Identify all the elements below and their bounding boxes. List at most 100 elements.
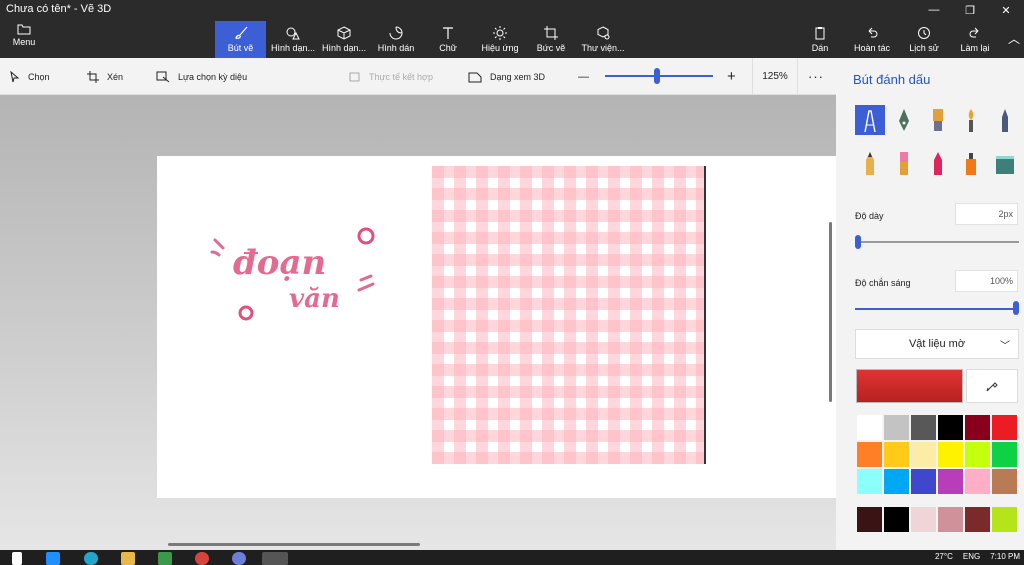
tool-canvas[interactable]: Bức vẽ [532, 21, 570, 58]
custom-color-swatch[interactable] [937, 506, 964, 533]
color-swatch[interactable] [883, 414, 910, 441]
close-button[interactable]: ✕ [988, 0, 1024, 20]
color-palette [856, 414, 1020, 495]
brush-pencil[interactable] [855, 148, 885, 178]
gingham-pattern [432, 166, 706, 464]
chrome-icon[interactable] [195, 552, 209, 565]
opacity-label: Độ chắn sáng [855, 278, 911, 288]
brush-eraser[interactable] [889, 148, 919, 178]
color-swatch[interactable] [883, 468, 910, 495]
tool-brushes[interactable]: Bút vẽ [215, 21, 266, 58]
color-swatch[interactable] [991, 414, 1018, 441]
tool-stickers[interactable]: Hình dán [373, 21, 419, 58]
edge-icon[interactable] [84, 552, 98, 565]
redo-label: Làm lại [960, 43, 990, 53]
current-color-swatch[interactable] [856, 369, 963, 403]
brush-crayon[interactable] [923, 148, 953, 178]
color-swatch[interactable] [856, 468, 883, 495]
brush-marker[interactable] [855, 105, 885, 135]
crop-button[interactable]: Xén [87, 58, 123, 95]
zoom-in-button[interactable]: + [727, 58, 736, 95]
zoom-slider-thumb[interactable] [653, 68, 660, 84]
collapse-ribbon-icon[interactable]: ︿ [1008, 30, 1020, 47]
language-indicator[interactable]: ENG [963, 552, 980, 561]
doan-van-sticker: đoạn văn [210, 227, 375, 321]
tool-effects[interactable]: Hiệu ứng [478, 21, 522, 58]
mixed-reality-icon [349, 72, 360, 81]
custom-color-swatch[interactable] [883, 506, 910, 533]
magic-select-button[interactable]: Lựa chọn kỳ diệu [156, 58, 247, 95]
redo-button[interactable]: Làm lại [956, 21, 994, 58]
windows-start-icon[interactable] [12, 552, 22, 565]
file-explorer-icon[interactable] [121, 552, 135, 565]
thickness-slider-thumb[interactable] [855, 235, 861, 249]
vertical-scrollbar[interactable] [829, 222, 832, 402]
zoom-value[interactable]: 125% [752, 58, 798, 95]
undo-button[interactable]: Hoàn tác [850, 21, 894, 58]
more-options-button[interactable]: ··· [808, 58, 824, 95]
color-swatch[interactable] [883, 441, 910, 468]
brush-watercolor[interactable] [956, 105, 986, 135]
stickers-icon [389, 26, 403, 40]
color-swatch[interactable] [937, 441, 964, 468]
color-swatch[interactable] [991, 441, 1018, 468]
custom-color-swatch[interactable] [910, 506, 937, 533]
color-swatch[interactable] [964, 441, 991, 468]
horizontal-scrollbar[interactable] [168, 543, 420, 546]
brush-oil[interactable] [923, 105, 953, 135]
view-3d-button[interactable]: Dạng xem 3D [468, 58, 545, 95]
tool-text[interactable]: Chữ [431, 21, 465, 58]
color-swatch[interactable] [991, 468, 1018, 495]
tool-2d-shapes[interactable]: Hình dạn... [268, 21, 318, 58]
brush-calligraphy[interactable] [889, 105, 919, 135]
material-dropdown[interactable]: Vật liệu mờ ﹀ [855, 329, 1019, 359]
library-icon [597, 26, 610, 40]
restore-button[interactable]: ❐ [952, 0, 988, 20]
color-swatch[interactable] [910, 414, 937, 441]
color-swatch[interactable] [964, 414, 991, 441]
opacity-slider-thumb[interactable] [1013, 301, 1019, 315]
color-swatch[interactable] [910, 441, 937, 468]
color-swatch[interactable] [856, 414, 883, 441]
color-swatch[interactable] [856, 441, 883, 468]
eyedropper-button[interactable] [966, 369, 1018, 403]
brush-spray[interactable] [956, 148, 986, 178]
color-swatch[interactable] [910, 468, 937, 495]
tool-3d-shapes[interactable]: Hình dạn... [320, 21, 368, 58]
app-icon[interactable] [232, 552, 246, 565]
color-swatch[interactable] [937, 468, 964, 495]
minimize-button[interactable]: — [916, 0, 952, 20]
color-swatch[interactable] [964, 468, 991, 495]
mixed-reality-label: Thực tế kết hợp [369, 71, 433, 82]
mixed-reality-button[interactable]: Thực tế kết hợp [349, 58, 433, 95]
tool-3d-library[interactable]: Thư viện... [579, 21, 627, 58]
color-swatch[interactable] [937, 414, 964, 441]
select-button[interactable]: Chọn [10, 58, 50, 95]
opacity-input[interactable]: 100% [955, 270, 1018, 292]
history-label: Lịch sử [909, 43, 939, 53]
custom-color-swatch[interactable] [991, 506, 1018, 533]
thickness-input[interactable]: 2px [955, 203, 1018, 225]
view-3d-label: Dạng xem 3D [490, 71, 546, 82]
custom-color-swatch[interactable] [856, 506, 883, 533]
menu-button[interactable]: Menu [6, 24, 42, 56]
clock[interactable]: 7:10 PM [990, 552, 1020, 561]
brush-fill[interactable] [990, 148, 1020, 178]
custom-color-swatch[interactable] [964, 506, 991, 533]
brush-icon [234, 26, 247, 39]
thickness-slider-track[interactable] [855, 241, 1019, 243]
brush-pixel[interactable] [990, 105, 1020, 135]
drawing-canvas[interactable]: đoạn văn [157, 156, 836, 498]
eraser-icon [900, 152, 908, 175]
paste-button[interactable]: Dán [806, 21, 834, 58]
magic-select-label: Lựa chọn kỳ diệu [178, 71, 248, 82]
paste-icon [815, 27, 825, 40]
select-label: Chọn [28, 71, 50, 82]
zoom-out-button[interactable]: — [578, 58, 589, 95]
tool-label: Hình dạn... [321, 43, 367, 53]
paint3d-taskbar-icon[interactable] [262, 552, 288, 565]
history-button[interactable]: Lịch sử [906, 21, 942, 58]
pencil-icon [866, 152, 874, 175]
app-icon[interactable] [46, 552, 60, 565]
app-icon[interactable] [158, 552, 172, 565]
